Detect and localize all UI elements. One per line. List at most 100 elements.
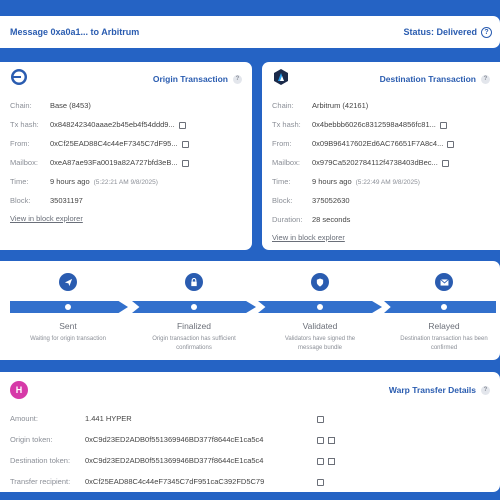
copy-icon[interactable] [317, 479, 324, 486]
row-value: 375052630 [312, 196, 350, 205]
dest-duration-row: Duration: 28 seconds [262, 210, 500, 229]
row-label: Chain: [272, 101, 294, 110]
stage-desc-sent: Waiting for origin transaction [30, 336, 106, 342]
hyper-token-icon: H [10, 381, 28, 399]
page-title: Message 0xa0a1... to Arbitrum [10, 27, 140, 37]
row-value: 0xCf25EAD88C4c44eF7345C7dF951caC392FD5C7… [85, 477, 265, 486]
warp-amount-row: Amount: 1.441 HYPER [0, 408, 500, 429]
destination-title: Destination Transaction [379, 74, 476, 84]
origin-mailbox-row: Mailbox: 0xeA87ae93Fa0019a82A727bfd3eB..… [0, 153, 252, 172]
row-label: Mailbox: [272, 158, 300, 167]
row-value: 0xC9d23ED2ADB0f551369946BD377f8644cE1ca5… [85, 435, 264, 444]
copy-icon[interactable] [317, 416, 324, 423]
destination-transaction-card: Destination Transaction ? Chain: Arbitru… [262, 62, 500, 250]
row-label: From: [10, 139, 30, 148]
warp-transfer-card: H Warp Transfer Details ? Amount: 1.441 … [0, 372, 500, 492]
status-text: Status: Delivered [403, 27, 477, 37]
stage-bar-relayed [384, 301, 496, 313]
delivery-timeline: Sent Finalized Validated Relayed Waiting… [0, 261, 500, 360]
stage-name-sent: Sent [59, 321, 77, 331]
row-value: Base (8453) [50, 101, 91, 110]
row-label: Mailbox: [10, 158, 38, 167]
message-header: Message 0xa0a1... to Arbitrum Status: De… [0, 16, 500, 48]
status-badge: Status: Delivered ? [403, 26, 492, 38]
stage-dot [65, 304, 71, 310]
dest-from-row: From: 0x09B96417602Ed6AC76651F7A8c4... [262, 134, 500, 153]
row-label: Destination token: [10, 456, 71, 465]
timestamp: (5:22:49 AM 9/8/2025) [355, 179, 420, 186]
warp-origin-token-row: Origin token: 0xC9d23ED2ADB0f551369946BD… [0, 429, 500, 450]
copy-icon[interactable] [178, 122, 186, 129]
dest-time-row: Time: 9 hours ago (5:22:49 AM 9/8/2025) [262, 172, 500, 191]
help-icon[interactable]: ? [481, 26, 492, 38]
origin-time-row: Time: 9 hours ago (5:22:21 AM 9/8/2025) [0, 172, 252, 191]
row-label: Tx hash: [272, 120, 301, 129]
external-link-icon[interactable] [328, 437, 335, 444]
row-label: Duration: [272, 215, 303, 224]
row-value: 9 hours ago [50, 177, 90, 186]
row-value: 0xC9d23ED2ADB0f551369946BD377f8644cE1ca5… [85, 456, 264, 465]
row-label: From: [272, 139, 292, 148]
stage-desc-validated: Validators have signed the message bundl… [284, 336, 356, 351]
envelope-icon [435, 273, 453, 291]
dest-mailbox-row: Mailbox: 0x979Ca5202784112f4738403dBec..… [262, 153, 500, 172]
row-value: Arbitrum (42161) [312, 101, 369, 110]
shield-icon [311, 273, 329, 291]
copy-icon[interactable] [441, 160, 449, 167]
stage-desc-finalized: Origin transaction has sufficient confir… [152, 336, 236, 351]
row-value: 0x979Ca5202784112f4738403dBec... [312, 158, 438, 167]
stage-name-validated: Validated [302, 321, 338, 331]
row-label: Tx hash: [10, 120, 39, 129]
row-label: Origin token: [10, 435, 53, 444]
timestamp: (5:22:21 AM 9/8/2025) [93, 179, 158, 186]
row-label: Block: [272, 196, 293, 205]
copy-icon[interactable] [447, 141, 455, 148]
warp-destination-token-row: Destination token: 0xC9d23ED2ADB0f551369… [0, 450, 500, 471]
stage-dot [191, 304, 197, 310]
origin-transaction-card: Origin Transaction ? Chain: Base (8453) … [0, 62, 252, 250]
dest-txhash-row: Tx hash: 0x4bebbb6026c8312598a4856fc81..… [262, 115, 500, 134]
dest-chain-row: Chain: Arbitrum (42161) [262, 96, 500, 115]
row-value: 28 seconds [312, 215, 351, 224]
row-label: Time: [10, 177, 29, 186]
copy-icon[interactable] [181, 141, 189, 148]
arbitrum-chain-icon [272, 68, 290, 91]
row-label: Block: [10, 196, 31, 205]
origin-chain-row: Chain: Base (8453) [0, 96, 252, 115]
row-label: Chain: [10, 101, 32, 110]
row-value: 0x848242340aaae2b45eb4f54ddd9... [50, 120, 175, 129]
copy-icon[interactable] [439, 122, 447, 129]
warp-title: Warp Transfer Details [388, 385, 476, 395]
row-value: 35031197 [50, 196, 83, 205]
row-value: 0x4bebbb6026c8312598a4856fc81... [312, 120, 436, 129]
lock-icon [185, 273, 203, 291]
stage-name-finalized: Finalized [176, 321, 212, 331]
base-chain-icon [10, 68, 28, 91]
origin-block-row: Block: 35031197 [0, 191, 252, 210]
send-icon [59, 273, 77, 291]
copy-icon[interactable] [317, 458, 324, 465]
help-icon[interactable]: ? [481, 385, 490, 395]
origin-txhash-row: Tx hash: 0x848242340aaae2b45eb4f54ddd9..… [0, 115, 252, 134]
copy-icon[interactable] [181, 160, 189, 167]
help-icon[interactable]: ? [481, 74, 490, 84]
stage-name-relayed: Relayed [428, 321, 460, 331]
warp-recipient-row: Transfer recipient: 0xCf25EAD88C4c44eF73… [0, 471, 500, 492]
row-value: 9 hours ago [312, 177, 352, 186]
copy-icon[interactable] [317, 437, 324, 444]
dest-block-row: Block: 375052630 [262, 191, 500, 210]
row-label: Amount: [10, 414, 38, 423]
row-value: 0x09B96417602Ed6AC76651F7A8c4... [312, 139, 444, 148]
external-link-icon[interactable] [328, 458, 335, 465]
row-value: 0xeA87ae93Fa0019a82A727bfd3eB... [50, 158, 178, 167]
stage-dot [441, 304, 447, 310]
row-value: 1.441 HYPER [85, 414, 132, 423]
row-label: Time: [272, 177, 291, 186]
origin-explorer-link[interactable]: View in block explorer [0, 214, 252, 223]
origin-title: Origin Transaction [152, 74, 228, 84]
help-icon[interactable]: ? [233, 74, 242, 84]
row-label: Transfer recipient: [10, 477, 71, 486]
stage-desc-relayed: Destination transaction has been confirm… [400, 336, 488, 351]
row-value: 0xCf25EAD88C4c44eF7345C7dF95... [50, 139, 178, 148]
dest-explorer-link[interactable]: View in block explorer [262, 233, 500, 242]
